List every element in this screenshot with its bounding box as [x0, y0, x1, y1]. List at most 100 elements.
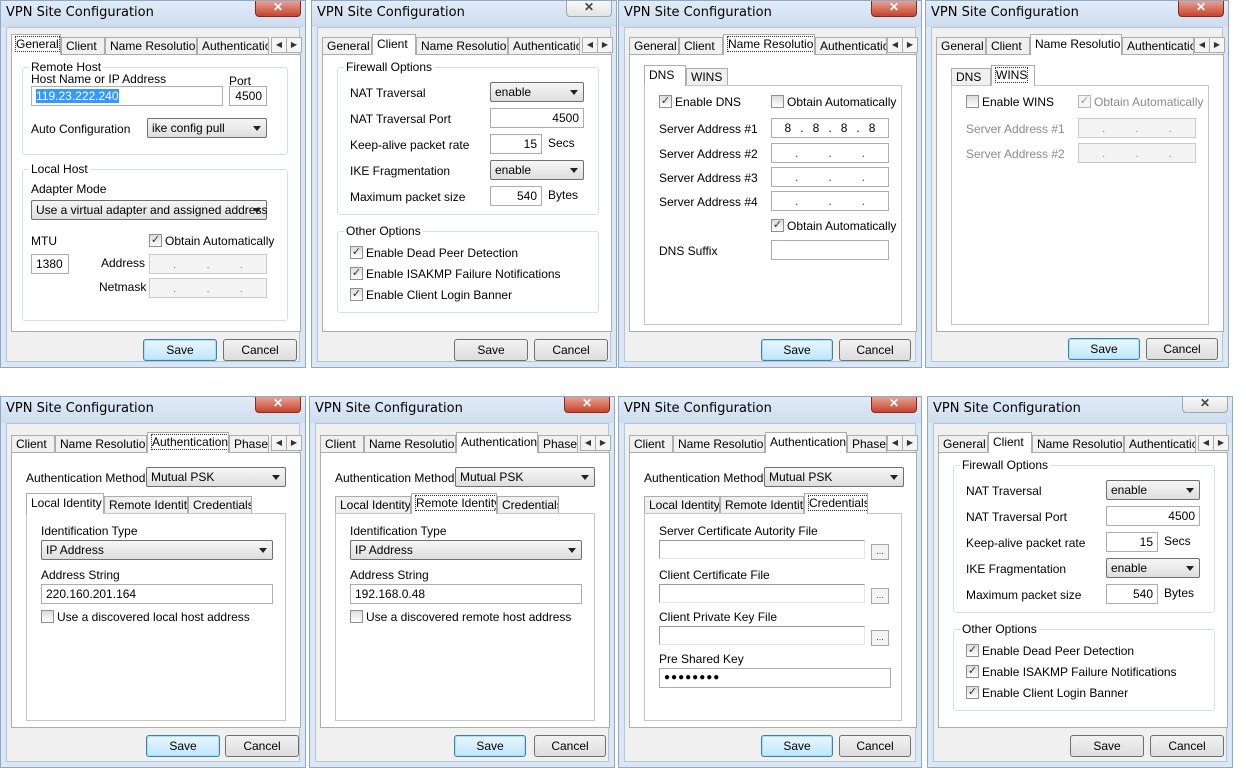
close-icon[interactable]: ✕	[255, 1, 301, 17]
address-string-input[interactable]: 220.160.201.164	[41, 584, 273, 604]
chevron-left-icon[interactable]: ◀	[887, 435, 903, 451]
tab-authentication[interactable]: Authenticatic	[1124, 435, 1196, 452]
chevron-left-icon[interactable]: ◀	[1198, 435, 1214, 451]
nat-port-input[interactable]: 4500	[490, 108, 584, 128]
chevron-right-icon[interactable]: ▶	[1209, 37, 1225, 53]
tab-credentials[interactable]: Credentials	[804, 493, 868, 514]
close-icon[interactable]: ✕	[564, 397, 610, 413]
tab-remote-identity[interactable]: Remote Identity	[720, 496, 804, 513]
id-type-select[interactable]: IP Address	[41, 540, 273, 560]
tab-name-resolution[interactable]: Name Resolution	[1030, 34, 1122, 55]
close-icon[interactable]: ✕	[255, 397, 301, 413]
tab-general[interactable]: General	[322, 37, 372, 54]
tab-name-resolution[interactable]: Name Resolution	[364, 435, 456, 452]
save-button[interactable]: Save	[454, 735, 526, 757]
save-button[interactable]: Save	[454, 339, 528, 361]
cancel-button[interactable]: Cancel	[1150, 735, 1224, 757]
chevron-left-icon[interactable]: ◀	[887, 37, 903, 53]
tab-name-resolution[interactable]: Name Resolution	[723, 34, 815, 55]
tab-remote-identity[interactable]: Remote Identity	[411, 493, 497, 514]
isakmp-checkbox[interactable]: ✓	[350, 267, 363, 280]
isakmp-checkbox[interactable]: ✓	[966, 665, 979, 678]
auto-config-select[interactable]: ike config pull	[147, 118, 267, 138]
chevron-right-icon[interactable]: ▶	[902, 37, 918, 53]
save-button[interactable]: Save	[761, 735, 833, 757]
use-discovered-remote-checkbox[interactable]	[350, 610, 363, 623]
tab-client[interactable]: Client	[679, 37, 723, 54]
server-cert-input[interactable]	[659, 540, 865, 559]
tab-client[interactable]: Client	[320, 435, 364, 452]
cancel-button[interactable]: Cancel	[534, 735, 606, 757]
tab-authentication[interactable]: Authentication	[456, 432, 538, 453]
tab-name-resolution[interactable]: Name Resolution	[105, 37, 197, 54]
id-type-select[interactable]: IP Address	[350, 540, 582, 560]
chevron-right-icon[interactable]: ▶	[1213, 435, 1229, 451]
chevron-left-icon[interactable]: ◀	[271, 37, 287, 53]
auth-method-select[interactable]: Mutual PSK	[764, 467, 904, 487]
tab-phase[interactable]: Phase	[229, 435, 269, 452]
client-key-browse-button[interactable]: ...	[871, 630, 889, 646]
tab-general[interactable]: General	[936, 37, 986, 54]
tab-credentials[interactable]: Credentials	[188, 496, 252, 513]
tab-client[interactable]: Client	[629, 435, 673, 452]
server2-input[interactable]: ...	[771, 143, 889, 163]
chevron-right-icon[interactable]: ▶	[286, 435, 302, 451]
tab-client[interactable]: Client	[988, 432, 1032, 453]
mtu-input[interactable]: 1380	[31, 254, 69, 274]
chevron-left-icon[interactable]: ◀	[582, 37, 598, 53]
obtain-auto-checkbox[interactable]: ✓	[149, 234, 162, 247]
close-icon[interactable]: ✕	[871, 1, 917, 17]
tab-authentication[interactable]: Authentication	[765, 432, 847, 453]
cancel-button[interactable]: Cancel	[223, 339, 297, 361]
nat-traversal-select[interactable]: enable	[1106, 480, 1200, 500]
enable-wins-checkbox[interactable]	[966, 95, 979, 108]
chevron-left-icon[interactable]: ◀	[1194, 37, 1210, 53]
tab-dns[interactable]: DNS	[951, 68, 991, 85]
nat-traversal-select[interactable]: enable	[490, 82, 584, 102]
cancel-button[interactable]: Cancel	[1146, 338, 1218, 360]
tab-credentials[interactable]: Credentials	[497, 496, 559, 513]
tab-general[interactable]: General	[11, 34, 61, 55]
tab-authentication[interactable]: Authenticatic	[508, 37, 580, 54]
psk-input[interactable]: ●●●●●●●●	[659, 668, 891, 688]
tab-local-identity[interactable]: Local Identity	[26, 493, 104, 514]
nat-port-input[interactable]: 4500	[1106, 506, 1200, 526]
tab-name-resolution[interactable]: Name Resolution	[1032, 435, 1124, 452]
close-icon[interactable]: ✕	[1178, 1, 1224, 17]
save-button[interactable]: Save	[143, 339, 217, 361]
keepalive-input[interactable]: 15	[1106, 532, 1158, 552]
save-button[interactable]: Save	[1068, 338, 1140, 360]
cancel-button[interactable]: Cancel	[839, 735, 911, 757]
close-icon[interactable]: ✕	[871, 397, 917, 413]
cancel-button[interactable]: Cancel	[839, 339, 911, 361]
tab-general[interactable]: General	[629, 37, 679, 54]
use-discovered-local-checkbox[interactable]	[41, 610, 54, 623]
tab-name-resolution[interactable]: Name Resolution	[416, 37, 508, 54]
address-string-input[interactable]: 192.168.0.48	[350, 584, 582, 604]
tab-wins[interactable]: WINS	[686, 68, 728, 85]
server1-input[interactable]: 8.8.8.8	[771, 118, 889, 138]
chevron-right-icon[interactable]: ▶	[286, 37, 302, 53]
save-button[interactable]: Save	[1070, 735, 1144, 757]
cancel-button[interactable]: Cancel	[534, 339, 608, 361]
max-packet-input[interactable]: 540	[490, 186, 542, 206]
auth-method-select[interactable]: Mutual PSK	[146, 467, 286, 487]
ike-frag-select[interactable]: enable	[490, 160, 584, 180]
tab-remote-identity[interactable]: Remote Identity	[104, 496, 188, 513]
dns-suffix-input[interactable]	[771, 240, 889, 260]
dpd-checkbox[interactable]: ✓	[966, 644, 979, 657]
obtain-auto2-checkbox[interactable]: ✓	[771, 219, 784, 232]
tab-authentication[interactable]: Authentication	[147, 432, 229, 453]
chevron-right-icon[interactable]: ▶	[595, 435, 611, 451]
tab-local-identity[interactable]: Local Identity	[644, 496, 720, 513]
close-icon[interactable]: ✕	[566, 1, 612, 17]
dns-obtain-auto-checkbox[interactable]	[771, 95, 784, 108]
server-cert-browse-button[interactable]: ...	[871, 544, 889, 560]
tab-general[interactable]: General	[938, 435, 988, 452]
ike-frag-select[interactable]: enable	[1106, 558, 1200, 578]
banner-checkbox[interactable]: ✓	[966, 686, 979, 699]
client-cert-input[interactable]	[659, 584, 865, 603]
tab-wins[interactable]: WINS	[991, 65, 1035, 86]
save-button[interactable]: Save	[761, 339, 833, 361]
close-icon[interactable]: ✕	[1182, 397, 1228, 413]
